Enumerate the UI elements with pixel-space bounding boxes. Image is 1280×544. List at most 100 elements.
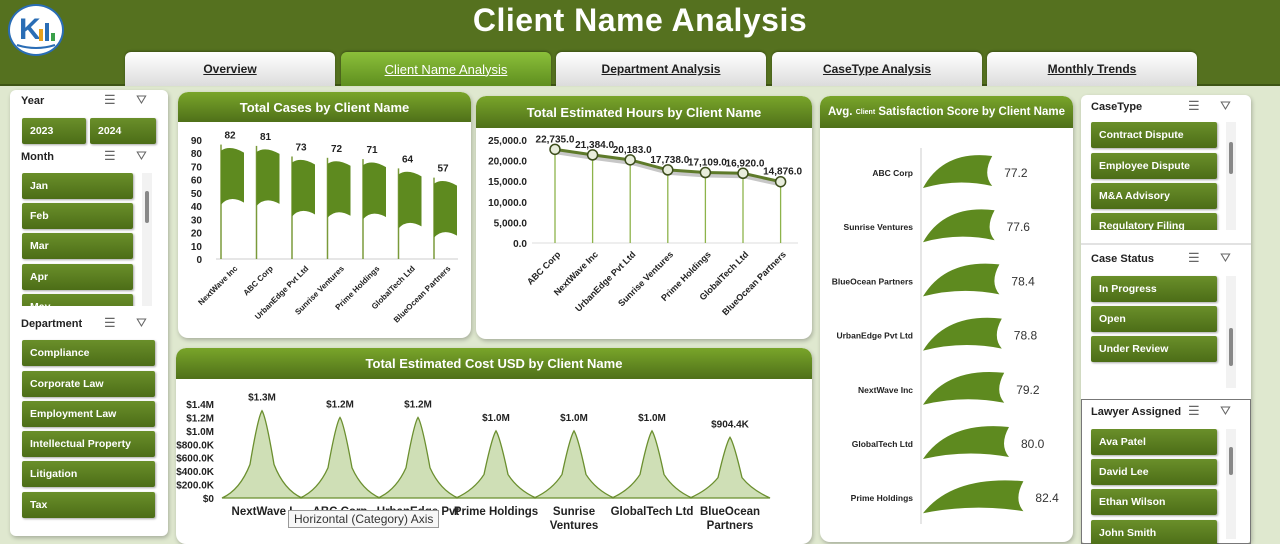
y-tick-label: 70 bbox=[191, 162, 203, 173]
bar bbox=[327, 161, 351, 218]
data-label: 81 bbox=[260, 132, 272, 143]
data-label: 82 bbox=[224, 131, 236, 142]
casetype-slicer-title: CaseType bbox=[1091, 101, 1143, 113]
casestatus-item[interactable]: Open bbox=[1091, 306, 1217, 332]
tab-client-name-analysis[interactable]: Client Name Analysis bbox=[341, 52, 551, 86]
clear-filter-icon[interactable]: ⛛ bbox=[136, 148, 159, 164]
x-tick-label: GlobalTech Ltd bbox=[611, 506, 694, 518]
total-cases-chart[interactable]: Total Cases by Client Name 90 80 70 60 50 40 3… bbox=[178, 92, 471, 338]
y-tick-label: GlobalTech Ltd bbox=[852, 439, 913, 449]
department-item[interactable]: Employment Law bbox=[22, 401, 155, 427]
multi-select-icon[interactable]: ☰ bbox=[104, 315, 128, 331]
y-tick-label: $800.0K bbox=[176, 440, 215, 451]
estimated-cost-chart[interactable]: Total Estimated Cost USD by Client Name … bbox=[176, 348, 812, 544]
month-item[interactable]: Apr bbox=[22, 264, 133, 290]
year-slicer-title: Year bbox=[21, 95, 45, 107]
chart-title-prefix: Avg. bbox=[828, 106, 853, 118]
data-point bbox=[699, 166, 712, 179]
y-tick-label: 30 bbox=[191, 215, 203, 226]
y-tick-label: 50 bbox=[191, 189, 203, 200]
data-label: 57 bbox=[437, 164, 449, 175]
lawyer-item[interactable]: Ethan Wilson bbox=[1091, 489, 1217, 515]
casetype-item[interactable]: Contract Dispute bbox=[1091, 122, 1217, 148]
x-tick-label: BlueOcean bbox=[700, 506, 760, 518]
casetype-scrollbar[interactable] bbox=[1226, 122, 1236, 230]
year-item[interactable]: 2023 bbox=[22, 118, 86, 144]
bar bbox=[923, 155, 993, 188]
casestatus-item[interactable]: Under Review bbox=[1091, 336, 1217, 362]
department-item[interactable]: Corporate Law bbox=[22, 371, 155, 397]
tab-monthly-trends[interactable]: Monthly Trends bbox=[987, 52, 1197, 86]
y-tick-label: 0.0 bbox=[513, 239, 527, 250]
estimated-hours-chart[interactable]: Total Estimated Hours by Client Name 25,… bbox=[476, 96, 812, 339]
y-tick-label: 20 bbox=[191, 229, 203, 240]
month-item[interactable]: May bbox=[22, 294, 133, 306]
tab-department-analysis[interactable]: Department Analysis bbox=[556, 52, 766, 86]
axis-tooltip: Horizontal (Category) Axis bbox=[288, 510, 440, 528]
x-tick-label: NextWave I bbox=[232, 506, 293, 518]
satisfaction-chart[interactable]: Avg. Client Satisfaction Score by Client… bbox=[820, 96, 1073, 542]
clear-filter-icon[interactable]: ⛛ bbox=[136, 315, 159, 331]
y-tick-label: $600.0K bbox=[176, 454, 215, 465]
multi-select-icon[interactable]: ☰ bbox=[1188, 98, 1212, 114]
month-item[interactable]: Feb bbox=[22, 203, 133, 229]
y-tick-label: $200.0K bbox=[176, 481, 215, 492]
y-tick-label: $1.2M bbox=[186, 413, 214, 424]
month-scrollbar[interactable] bbox=[142, 173, 152, 306]
y-tick-label: UrbanEdge Pvt Ltd bbox=[836, 331, 913, 341]
data-label: $1.0M bbox=[560, 413, 588, 424]
month-item[interactable]: Jan bbox=[22, 173, 133, 199]
total-cases-plot: 90 80 70 60 50 40 30 20 10 0 82 NextWave Inc 81 ABC C… bbox=[191, 131, 458, 324]
x-tick-label: Sunrise bbox=[553, 506, 595, 518]
data-label: $1.3M bbox=[248, 393, 276, 404]
divider bbox=[1081, 243, 1251, 245]
y-tick-label: 0 bbox=[196, 255, 202, 266]
lawyer-item[interactable]: David Lee bbox=[1091, 459, 1217, 485]
data-label: $1.2M bbox=[404, 399, 432, 410]
lawyer-item[interactable]: John Smith bbox=[1091, 520, 1217, 544]
multi-select-icon[interactable]: ☰ bbox=[104, 148, 128, 164]
clear-filter-icon[interactable]: ⛛ bbox=[136, 92, 159, 108]
y-tick-label: 40 bbox=[191, 202, 203, 213]
department-item[interactable]: Compliance bbox=[22, 340, 155, 366]
clear-filter-icon[interactable]: ⛛ bbox=[1220, 250, 1243, 266]
clear-filter-icon[interactable]: ⛛ bbox=[1220, 98, 1243, 114]
year-item[interactable]: 2024 bbox=[90, 118, 156, 144]
casestatus-scrollbar[interactable] bbox=[1226, 276, 1236, 388]
tab-overview[interactable]: Overview bbox=[125, 52, 335, 86]
casetype-item[interactable]: Employee Dispute bbox=[1091, 153, 1217, 179]
y-tick-label: 90 bbox=[191, 136, 203, 147]
y-tick-label: $1.0M bbox=[186, 427, 214, 438]
casestatus-item[interactable]: In Progress bbox=[1091, 276, 1217, 302]
lawyer-item[interactable]: Ava Patel bbox=[1091, 429, 1217, 455]
lawyer-list: Ava Patel David Lee Ethan Wilson John Sm… bbox=[1081, 429, 1231, 544]
lawyer-scrollbar[interactable] bbox=[1226, 429, 1236, 539]
bar bbox=[363, 162, 386, 220]
chart-title: Total Estimated Hours by Client Name bbox=[476, 96, 812, 128]
casetype-item[interactable]: Regulatory Filing bbox=[1091, 213, 1217, 230]
bar bbox=[923, 480, 1024, 514]
y-tick-label: $400.0K bbox=[176, 467, 215, 478]
tab-casetype-analysis[interactable]: CaseType Analysis bbox=[772, 52, 982, 86]
bar bbox=[434, 181, 457, 238]
department-item[interactable]: Intellectual Property bbox=[22, 431, 155, 457]
multi-select-icon[interactable]: ☰ bbox=[104, 92, 128, 108]
department-item[interactable]: Litigation bbox=[22, 461, 155, 487]
multi-select-icon[interactable]: ☰ bbox=[1188, 250, 1212, 266]
month-item[interactable]: Mar bbox=[22, 233, 133, 259]
x-tick-label: ABC Corp bbox=[525, 249, 563, 287]
chart-title: Total Cases by Client Name bbox=[178, 92, 471, 122]
y-tick-label: 25,000.0 bbox=[488, 136, 527, 147]
data-label: 14,876.0 bbox=[763, 167, 802, 178]
multi-select-icon[interactable]: ☰ bbox=[1188, 403, 1212, 419]
data-label: 21,384.0 bbox=[575, 140, 614, 151]
data-label: $1.0M bbox=[638, 413, 666, 424]
bar bbox=[292, 159, 315, 217]
bar bbox=[923, 317, 1002, 351]
clear-filter-icon[interactable]: ⛛ bbox=[1220, 403, 1243, 419]
department-item[interactable]: Tax bbox=[22, 492, 155, 518]
casetype-item[interactable]: M&A Advisory bbox=[1091, 183, 1217, 209]
bar bbox=[923, 263, 1000, 297]
data-label: 72 bbox=[331, 144, 343, 155]
area-column bbox=[611, 429, 693, 499]
